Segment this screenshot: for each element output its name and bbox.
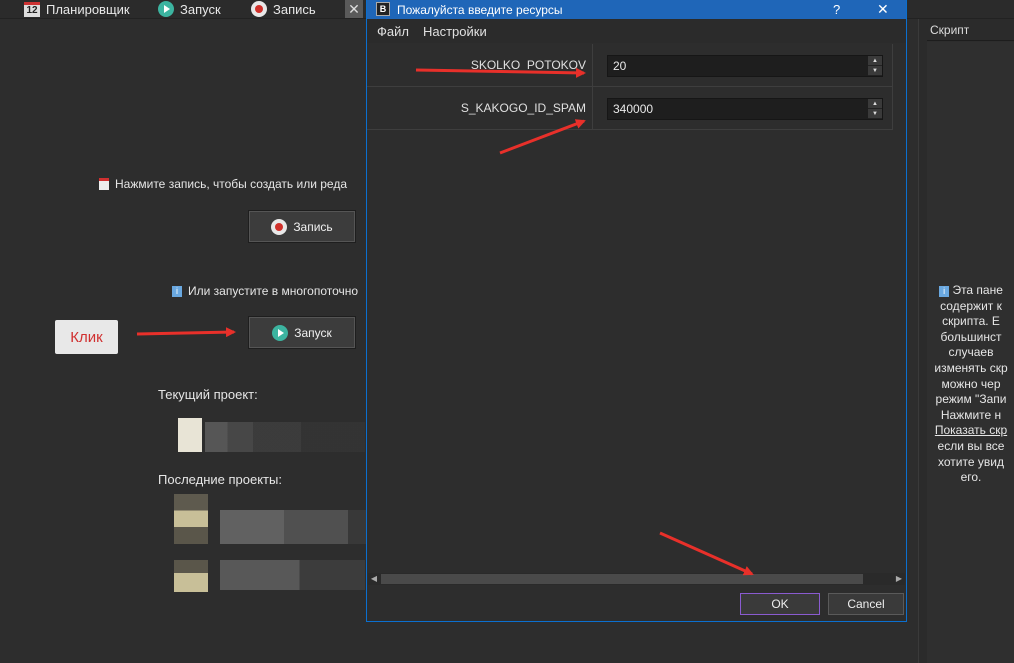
arrow-to-potokov: [415, 67, 586, 78]
arrow-to-id-spam: [499, 119, 586, 155]
annotation-arrows: [136, 67, 754, 576]
arrow-to-ok: [659, 531, 754, 576]
arrow-to-run: [136, 327, 236, 338]
